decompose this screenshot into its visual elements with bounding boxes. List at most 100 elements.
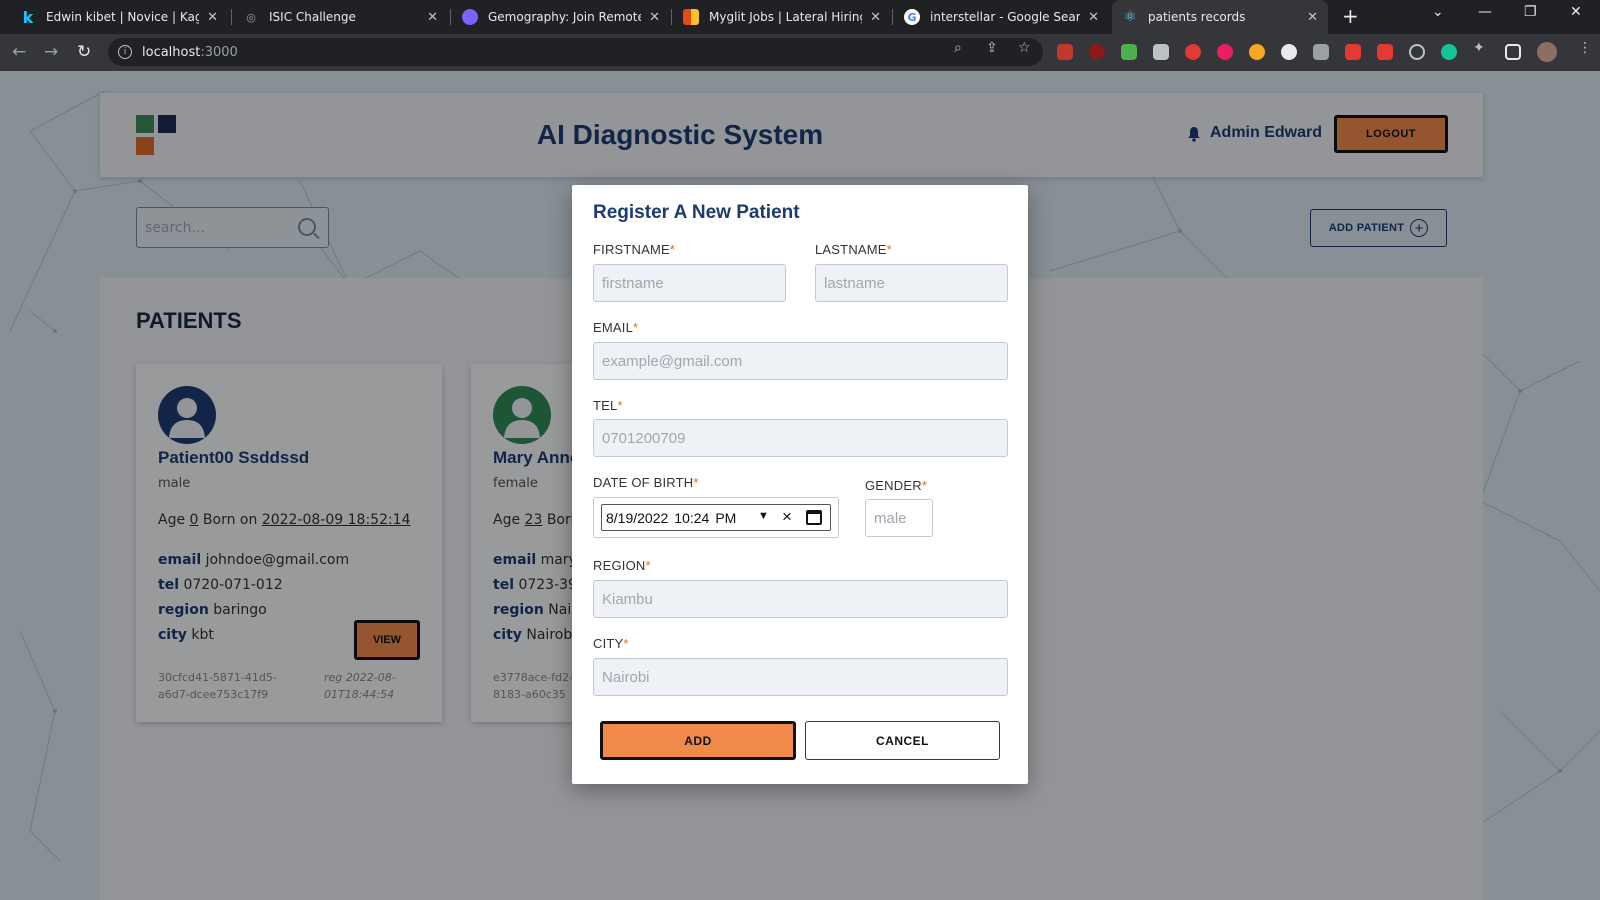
extension-icon[interactable]: [1057, 44, 1073, 60]
required-mark: *: [617, 398, 623, 413]
forward-arrow-icon[interactable]: →: [44, 42, 58, 62]
firstname-field[interactable]: firstname: [593, 264, 786, 302]
kebab-menu-icon[interactable]: ⋮: [1578, 40, 1592, 56]
extension-icon[interactable]: [1121, 44, 1137, 60]
dob-ampm[interactable]: PM: [715, 510, 736, 526]
extension-icon[interactable]: [1345, 44, 1361, 60]
close-icon[interactable]: ✕: [870, 10, 881, 25]
gender-value: male: [874, 509, 907, 527]
gender-label: GENDER*: [865, 478, 927, 493]
close-icon[interactable]: ✕: [427, 10, 438, 25]
clear-icon[interactable]: ×: [782, 507, 792, 527]
placeholder: example@gmail.com: [602, 352, 743, 370]
side-panel-icon[interactable]: [1505, 44, 1521, 60]
placeholder: 0701200709: [602, 429, 686, 447]
chevron-down-icon[interactable]: ▼: [758, 510, 769, 522]
url-port: :3000: [200, 44, 238, 60]
close-icon[interactable]: ✕: [649, 10, 660, 25]
date-of-birth-picker[interactable]: 8/19/2022 10:24 PM ▼ ×: [593, 497, 839, 538]
myglit-icon: [683, 9, 699, 25]
minimize-icon[interactable]: —: [1478, 4, 1492, 20]
tab-title: patients records: [1148, 10, 1246, 24]
browser-tab-isic[interactable]: ◎ ISIC Challenge ✕: [233, 0, 448, 34]
extension-icon[interactable]: [1153, 44, 1169, 60]
placeholder: firstname: [602, 274, 664, 292]
tab-separator: [450, 9, 451, 25]
label-text: LASTNAME: [815, 242, 887, 257]
reload-icon[interactable]: ↻: [77, 42, 91, 62]
extension-icon[interactable]: [1313, 44, 1329, 60]
tab-search-chevron-icon[interactable]: ⌄: [1432, 4, 1444, 20]
bookmark-star-icon[interactable]: ☆: [1018, 40, 1031, 56]
window-close-icon[interactable]: ✕: [1570, 4, 1582, 20]
cancel-button[interactable]: CANCEL: [805, 721, 1000, 760]
label-text: EMAIL: [593, 320, 634, 335]
city-label: CITY*: [593, 636, 629, 651]
browser-tab-kaggle[interactable]: k Edwin kibet | Novice | Kaggle ✕: [10, 0, 228, 34]
placeholder: Nairobi: [602, 668, 650, 686]
placeholder: Kiambu: [602, 590, 653, 608]
new-tab-icon[interactable]: +: [1342, 4, 1359, 28]
extension-icon[interactable]: [1409, 44, 1425, 60]
required-mark: *: [645, 558, 651, 573]
dob-time[interactable]: 10:24: [674, 510, 709, 526]
browser-toolbar: ← → ↻ i localhost:3000 ⌕ ⇪ ☆ ✦ ⋮: [0, 34, 1600, 71]
restore-icon[interactable]: ❐: [1524, 4, 1537, 20]
add-button[interactable]: ADD: [600, 721, 796, 760]
browser-tab-myglit[interactable]: Myglit Jobs | Lateral Hiring - L ✕: [673, 0, 891, 34]
pokeball-icon[interactable]: [1185, 44, 1201, 60]
share-icon[interactable]: ⇪: [986, 40, 998, 56]
tab-title: Edwin kibet | Novice | Kaggle: [46, 10, 200, 24]
required-mark: *: [623, 636, 629, 651]
calendar-icon[interactable]: [806, 510, 822, 525]
city-field[interactable]: Nairobi: [593, 658, 1008, 696]
close-icon[interactable]: ✕: [1088, 10, 1099, 25]
dob-label: DATE OF BIRTH*: [593, 475, 699, 490]
tab-title: ISIC Challenge: [269, 10, 356, 24]
email-label: EMAIL*: [593, 320, 638, 335]
email-field[interactable]: example@gmail.com: [593, 342, 1008, 380]
close-icon[interactable]: ✕: [1307, 10, 1318, 25]
label-text: FIRSTNAME: [593, 242, 670, 257]
ublock-icon[interactable]: [1089, 44, 1105, 60]
puzzle-icon[interactable]: ✦: [1473, 40, 1485, 56]
tel-label: TEL*: [593, 398, 623, 413]
extension-icon[interactable]: [1249, 44, 1265, 60]
site-info-icon[interactable]: i: [118, 45, 132, 59]
modal-title: Register A New Patient: [593, 202, 800, 223]
globe-icon: ◎: [246, 10, 256, 24]
zoom-icon[interactable]: ⌕: [954, 40, 962, 56]
lastname-label: LASTNAME*: [815, 242, 892, 257]
url-host: localhost: [142, 44, 201, 60]
back-arrow-icon[interactable]: ←: [12, 42, 26, 62]
required-mark: *: [669, 242, 676, 257]
region-label: REGION*: [593, 558, 651, 573]
label-text: GENDER: [865, 478, 922, 493]
tel-field[interactable]: 0701200709: [593, 419, 1008, 457]
extension-icon[interactable]: [1217, 44, 1233, 60]
tab-title: Gemography: Join Remote Te: [488, 10, 642, 24]
datetime-input[interactable]: 8/19/2022 10:24 PM ▼ ×: [601, 504, 831, 531]
required-mark: *: [921, 478, 928, 493]
region-field[interactable]: Kiambu: [593, 580, 1008, 618]
tab-separator: [231, 9, 232, 25]
address-bar[interactable]: i localhost:3000: [108, 38, 1043, 66]
browser-tab-google[interactable]: G interstellar - Google Search ✕: [894, 0, 1109, 34]
gemography-icon: [462, 9, 478, 25]
profile-avatar[interactable]: [1537, 42, 1557, 62]
dob-date[interactable]: 8/19/2022: [606, 510, 668, 526]
lastname-field[interactable]: lastname: [815, 264, 1008, 302]
close-icon[interactable]: ✕: [207, 10, 218, 25]
gender-field[interactable]: male: [865, 499, 933, 537]
extension-icon[interactable]: [1377, 44, 1393, 60]
label-text: TEL: [593, 398, 618, 413]
firstname-label: FIRSTNAME*: [593, 242, 675, 257]
required-mark: *: [633, 320, 639, 335]
browser-tab-gemography[interactable]: Gemography: Join Remote Te ✕: [452, 0, 670, 34]
grammarly-icon[interactable]: [1441, 44, 1457, 60]
extension-icon[interactable]: [1281, 44, 1297, 60]
placeholder: lastname: [824, 274, 885, 292]
label-text: CITY: [593, 636, 624, 651]
browser-tab-patients-records[interactable]: ⚛ patients records ✕: [1112, 0, 1328, 34]
tab-separator: [671, 9, 672, 25]
